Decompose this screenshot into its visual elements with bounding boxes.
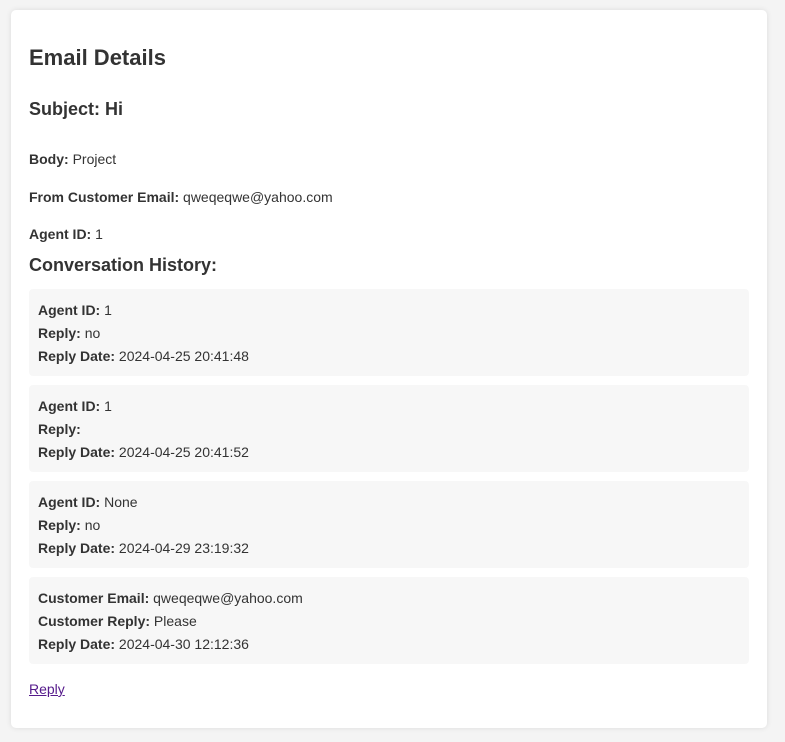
- message-line-2: Customer Reply: Please: [38, 610, 740, 633]
- message-label: Reply Date:: [38, 636, 116, 652]
- message-label: Agent ID:: [38, 302, 101, 318]
- message-value: no: [84, 325, 101, 341]
- from-value: qweqeqwe@yahoo.com: [183, 189, 333, 205]
- message-line-3: Reply Date: 2024-04-30 12:12:36: [38, 633, 740, 656]
- message-line-3: Reply Date: 2024-04-25 20:41:52: [38, 441, 740, 464]
- subject-label: Subject:: [29, 99, 101, 119]
- message-line-1: Agent ID: 1: [38, 299, 740, 322]
- message-value: 1: [104, 398, 112, 414]
- message-line-2: Reply:: [38, 418, 740, 441]
- agent-label: Agent ID:: [29, 226, 92, 242]
- email-body-field: Body: Project: [29, 150, 116, 168]
- message-line-1: Agent ID: None: [38, 491, 740, 514]
- page-title: Email Details: [29, 45, 166, 70]
- history-message: Agent ID: 1 Reply: Reply Date: 2024-04-2…: [29, 385, 749, 472]
- message-line-1: Customer Email: qweqeqwe@yahoo.com: [38, 587, 740, 610]
- body-value: Project: [72, 151, 117, 167]
- history-message: Customer Email: qweqeqwe@yahoo.com Custo…: [29, 577, 749, 664]
- history-message: Agent ID: None Reply: no Reply Date: 202…: [29, 481, 749, 568]
- message-value: qweqeqwe@yahoo.com: [153, 590, 303, 606]
- message-label: Reply:: [38, 421, 81, 437]
- reply-link[interactable]: Reply: [29, 680, 65, 698]
- message-value: 2024-04-30 12:12:36: [118, 636, 249, 652]
- body-label: Body:: [29, 151, 69, 167]
- message-label: Reply Date:: [38, 444, 116, 460]
- agent-id-field: Agent ID: 1: [29, 225, 103, 243]
- message-line-2: Reply: no: [38, 514, 740, 537]
- message-line-3: Reply Date: 2024-04-25 20:41:48: [38, 345, 740, 368]
- history-message: Agent ID: 1 Reply: no Reply Date: 2024-0…: [29, 289, 749, 376]
- from-label: From Customer Email:: [29, 189, 180, 205]
- message-value: Please: [153, 613, 197, 629]
- email-subject: Subject: Hi: [29, 97, 123, 121]
- message-value: 2024-04-25 20:41:48: [118, 348, 249, 364]
- email-details-card: Email Details Subject: Hi Body: Project …: [11, 10, 767, 728]
- from-email-field: From Customer Email: qweqeqwe@yahoo.com: [29, 188, 333, 206]
- message-value: no: [84, 517, 101, 533]
- subject-value: Hi: [105, 99, 124, 119]
- message-label: Reply:: [38, 517, 81, 533]
- message-value: None: [104, 494, 138, 510]
- message-label: Customer Email:: [38, 590, 150, 606]
- message-label: Reply:: [38, 325, 81, 341]
- agent-value: 1: [95, 226, 103, 242]
- message-line-2: Reply: no: [38, 322, 740, 345]
- message-label: Reply Date:: [38, 540, 116, 556]
- message-value: 1: [104, 302, 112, 318]
- message-line-3: Reply Date: 2024-04-29 23:19:32: [38, 537, 740, 560]
- message-label: Reply Date:: [38, 348, 116, 364]
- message-value: 2024-04-25 20:41:52: [118, 444, 249, 460]
- conversation-history-title: Conversation History:: [29, 255, 218, 275]
- message-value: 2024-04-29 23:19:32: [118, 540, 249, 556]
- message-label: Agent ID:: [38, 494, 101, 510]
- message-label: Agent ID:: [38, 398, 101, 414]
- message-line-1: Agent ID: 1: [38, 395, 740, 418]
- message-label: Customer Reply:: [38, 613, 151, 629]
